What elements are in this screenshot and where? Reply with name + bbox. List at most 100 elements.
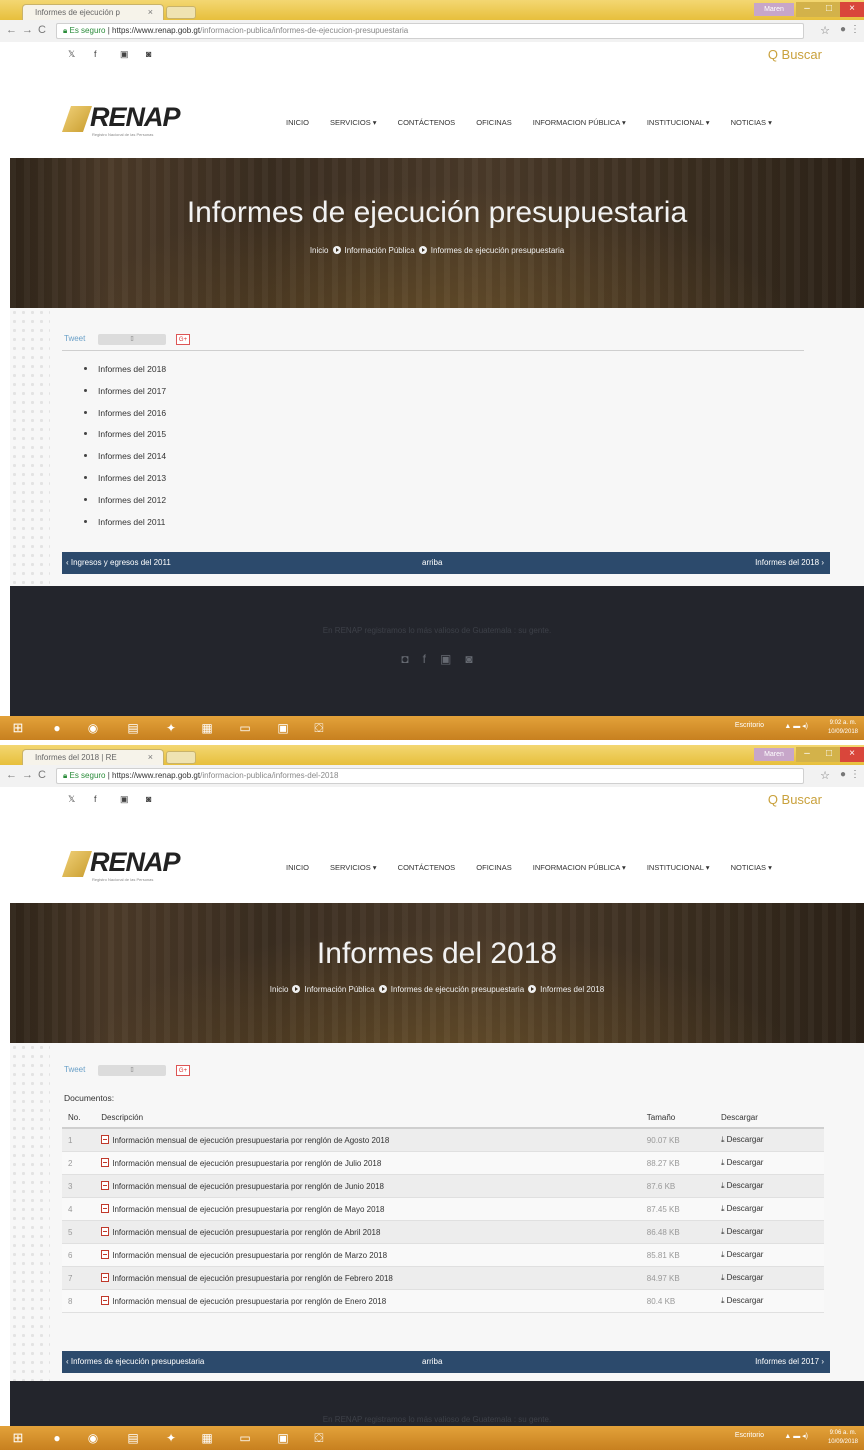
nav-informacion-publica[interactable]: INFORMACION PÚBLICA ▾ (533, 863, 626, 872)
minimize-button[interactable]: – (796, 747, 818, 762)
list-item[interactable]: Informes del 2018 (84, 364, 166, 386)
instagram-icon[interactable]: ◙ (465, 652, 472, 666)
youtube-icon[interactable]: ▣ (120, 49, 146, 60)
back-icon[interactable]: ← (6, 24, 17, 36)
project-icon[interactable]: ▦ (190, 1428, 224, 1448)
twitter-icon[interactable]: 𝕏 (68, 49, 94, 60)
maximize-button[interactable]: □ (818, 2, 840, 17)
facebook-icon[interactable]: f (423, 652, 426, 666)
download-label[interactable]: Descargar (727, 1204, 764, 1213)
explorer-icon[interactable]: ▤ (116, 718, 150, 738)
monitor-icon[interactable]: ▣ (266, 1428, 300, 1448)
download-button[interactable]: ⤓ Descargar (715, 1174, 824, 1198)
extension-icon[interactable]: ● (840, 24, 846, 35)
nav-noticias[interactable]: NOTICIAS ▾ (731, 863, 772, 872)
browser-menu-icon[interactable]: ⋮ (850, 769, 860, 780)
windows-start-icon[interactable]: ⊞ (10, 1430, 26, 1446)
twitter-icon[interactable]: 𝕏 (68, 794, 94, 805)
document-link[interactable]: Información mensual de ejecución presupu… (112, 1159, 381, 1168)
close-window-button[interactable]: × (840, 747, 864, 762)
search-button[interactable]: Q Buscar (768, 47, 822, 62)
nav-contactenos[interactable]: CONTÁCTENOS (398, 863, 456, 872)
document-link[interactable]: Información mensual de ejecución presupu… (112, 1205, 384, 1214)
tray-icons[interactable]: ▲ ▬ ◂) (784, 1432, 808, 1440)
row-description[interactable]: Información mensual de ejecución presupu… (95, 1220, 641, 1244)
project-icon[interactable]: ▦ (190, 718, 224, 738)
facebook-icon[interactable]: f (94, 794, 120, 804)
list-item[interactable]: Informes del 2012 (84, 495, 166, 517)
breadcrumb-inicio[interactable]: Inicio (270, 985, 289, 994)
document-link[interactable]: Información mensual de ejecución presupu… (112, 1251, 387, 1260)
download-label[interactable]: Descargar (727, 1273, 764, 1282)
desktop-label[interactable]: Escritorio (735, 1432, 764, 1439)
row-description[interactable]: Información mensual de ejecución presupu… (95, 1128, 641, 1152)
download-button[interactable]: ⤓ Descargar (715, 1220, 824, 1244)
forward-icon[interactable]: → (22, 769, 33, 781)
window-user-badge[interactable]: Maren (754, 748, 794, 761)
chrome-icon[interactable]: ◉ (76, 718, 110, 738)
row-description[interactable]: Información mensual de ejecución presupu… (95, 1243, 641, 1267)
firefox-icon[interactable]: ● (40, 718, 74, 738)
monitor-icon[interactable]: ▣ (266, 718, 300, 738)
browser-menu-icon[interactable]: ⋮ (850, 24, 860, 35)
download-button[interactable]: ⤓ Descargar (715, 1128, 824, 1152)
nav-informacion-publica[interactable]: INFORMACION PÚBLICA ▾ (533, 118, 626, 127)
app-icon[interactable]: ✦ (154, 718, 188, 738)
download-button[interactable]: ⤓ Descargar (715, 1243, 824, 1267)
pager-next-link[interactable]: Informes del 2018 › (755, 552, 824, 574)
document-link[interactable]: Información mensual de ejecución presupu… (112, 1136, 389, 1145)
nav-servicios[interactable]: SERVICIOS ▾ (330, 118, 377, 127)
clock[interactable]: 9:06 a. m. 10/09/2018 (828, 1429, 858, 1447)
nav-oficinas[interactable]: OFICINAS (476, 118, 511, 127)
firefox-icon[interactable]: ● (40, 1428, 74, 1448)
close-tab-icon[interactable]: × (148, 7, 153, 17)
reload-icon[interactable]: C (38, 769, 46, 781)
row-description[interactable]: Información mensual de ejecución presupu… (95, 1174, 641, 1198)
nav-noticias[interactable]: NOTICIAS ▾ (731, 118, 772, 127)
download-label[interactable]: Descargar (727, 1227, 764, 1236)
download-button[interactable]: ⤓ Descargar (715, 1197, 824, 1221)
nav-oficinas[interactable]: OFICINAS (476, 863, 511, 872)
notes-icon[interactable]: ▭ (228, 718, 262, 738)
document-link[interactable]: Información mensual de ejecución presupu… (112, 1274, 393, 1283)
chrome-icon[interactable]: ◉ (76, 1428, 110, 1448)
nav-inicio[interactable]: INICIO (286, 863, 309, 872)
pager-prev-link[interactable]: ‹ Ingresos y egresos del 2011 (66, 552, 171, 574)
new-tab-button[interactable] (166, 751, 196, 764)
breadcrumb-informacion-publica[interactable]: Información Pública (345, 246, 415, 255)
desktop-label[interactable]: Escritorio (735, 722, 764, 729)
new-tab-button[interactable] (166, 6, 196, 19)
pdf-reader-icon[interactable]: ⛋ (302, 1428, 336, 1448)
breadcrumb-inicio[interactable]: Inicio (310, 246, 329, 255)
bookmark-star-icon[interactable]: ☆ (820, 24, 830, 37)
instagram-icon[interactable]: ◙ (146, 49, 172, 59)
tweet-button[interactable]: Tweet (64, 1065, 85, 1074)
download-button[interactable]: ⤓ Descargar (715, 1151, 824, 1175)
renap-logo[interactable]: RENAP Registro Nacional de las Personas (62, 847, 212, 887)
minimize-button[interactable]: – (796, 2, 818, 17)
facebook-share-button[interactable]: ▯ (98, 1065, 166, 1076)
nav-institucional[interactable]: INSTITUCIONAL ▾ (647, 118, 710, 127)
close-tab-icon[interactable]: × (148, 752, 153, 762)
back-icon[interactable]: ← (6, 769, 17, 781)
document-link[interactable]: Información mensual de ejecución presupu… (112, 1182, 384, 1191)
browser-tab[interactable]: Informes del 2018 | RE × (22, 749, 164, 765)
reload-icon[interactable]: C (38, 24, 46, 36)
url-field[interactable]: 🔒︎ Es seguro | https://www.renap.gob.gt/… (56, 768, 804, 784)
notes-icon[interactable]: ▭ (228, 1428, 262, 1448)
app-icon[interactable]: ✦ (154, 1428, 188, 1448)
pager-up-link[interactable]: arriba (422, 552, 442, 574)
maximize-button[interactable]: □ (818, 747, 840, 762)
tray-icons[interactable]: ▲ ▬ ◂) (784, 722, 808, 730)
document-link[interactable]: Información mensual de ejecución presupu… (112, 1228, 380, 1237)
download-label[interactable]: Descargar (727, 1296, 764, 1305)
close-window-button[interactable]: × (840, 2, 864, 17)
nav-institucional[interactable]: INSTITUCIONAL ▾ (647, 863, 710, 872)
instagram-icon[interactable]: ◙ (146, 794, 172, 804)
gplus-button[interactable]: G+ (176, 1065, 190, 1076)
twitter-icon[interactable]: ◘ (401, 652, 408, 666)
row-description[interactable]: Información mensual de ejecución presupu… (95, 1197, 641, 1221)
tweet-button[interactable]: Tweet (64, 334, 85, 343)
windows-start-icon[interactable]: ⊞ (10, 720, 26, 736)
row-description[interactable]: Información mensual de ejecución presupu… (95, 1289, 641, 1313)
